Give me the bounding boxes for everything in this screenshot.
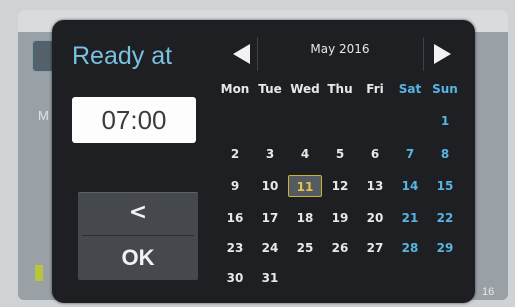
button-group: < OK — [78, 192, 198, 280]
calendar-day-21[interactable]: 21 — [393, 207, 427, 229]
calendar-day-19[interactable]: 19 — [323, 207, 357, 229]
calendar-day-25[interactable]: 25 — [288, 237, 322, 259]
weekday-sat: Sat — [398, 82, 422, 96]
calendar-day-27[interactable]: 27 — [358, 237, 392, 259]
calendar-day-20[interactable]: 20 — [358, 207, 392, 229]
calendar-day-1[interactable]: 1 — [428, 110, 462, 132]
calendar-day-23[interactable]: 23 — [218, 237, 252, 259]
weekday-sun: Sun — [432, 82, 458, 96]
calendar-day-26[interactable]: 26 — [323, 237, 357, 259]
date-time-dialog: Ready at 07:00 < OK May 2016 Mon Tue Wed Th… — [52, 20, 475, 303]
calendar-day-6[interactable]: 6 — [358, 143, 392, 165]
weekday-mon: Mon — [220, 82, 250, 96]
background-indicator — [35, 265, 43, 281]
calendar-day-13[interactable]: 13 — [358, 175, 392, 197]
calendar-day-28[interactable]: 28 — [393, 237, 427, 259]
calendar-day-17[interactable]: 17 — [253, 207, 287, 229]
weekday-wed: Wed — [290, 82, 320, 96]
next-month-button[interactable] — [423, 37, 458, 71]
prev-month-button[interactable] — [223, 37, 258, 71]
background-right-label: 16 — [482, 286, 495, 298]
calendar-day-5[interactable]: 5 — [323, 143, 357, 165]
back-button[interactable]: < — [78, 192, 198, 234]
dialog-title: Ready at — [72, 42, 173, 70]
calendar-day-24[interactable]: 24 — [253, 237, 287, 259]
calendar-day-9[interactable]: 9 — [218, 175, 252, 197]
calendar-day-3[interactable]: 3 — [253, 143, 287, 165]
calendar-day-15[interactable]: 15 — [428, 175, 462, 197]
calendar-day-22[interactable]: 22 — [428, 207, 462, 229]
weekday-thu: Thu — [327, 82, 353, 96]
calendar-day-18[interactable]: 18 — [288, 207, 322, 229]
weekday-tue: Tue — [258, 82, 282, 96]
calendar-day-4[interactable]: 4 — [288, 143, 322, 165]
calendar-day-8[interactable]: 8 — [428, 143, 462, 165]
background-left-label: M — [38, 108, 49, 123]
calendar-day-11[interactable]: 11 — [288, 175, 322, 197]
calendar-day-16[interactable]: 16 — [218, 207, 252, 229]
ok-button[interactable]: OK — [78, 236, 198, 280]
calendar-day-10[interactable]: 10 — [253, 175, 287, 197]
weekday-fri: Fri — [366, 82, 384, 96]
calendar-day-29[interactable]: 29 — [428, 237, 462, 259]
month-label: May 2016 — [310, 42, 370, 56]
calendar-day-31[interactable]: 31 — [253, 267, 287, 289]
triangle-right-icon — [434, 44, 451, 64]
calendar-day-14[interactable]: 14 — [393, 175, 427, 197]
calendar-day-7[interactable]: 7 — [393, 143, 427, 165]
calendar-day-2[interactable]: 2 — [218, 143, 252, 165]
calendar-day-30[interactable]: 30 — [218, 267, 252, 289]
calendar-day-12[interactable]: 12 — [323, 175, 357, 197]
triangle-left-icon — [233, 44, 250, 64]
time-field[interactable]: 07:00 — [72, 97, 196, 143]
